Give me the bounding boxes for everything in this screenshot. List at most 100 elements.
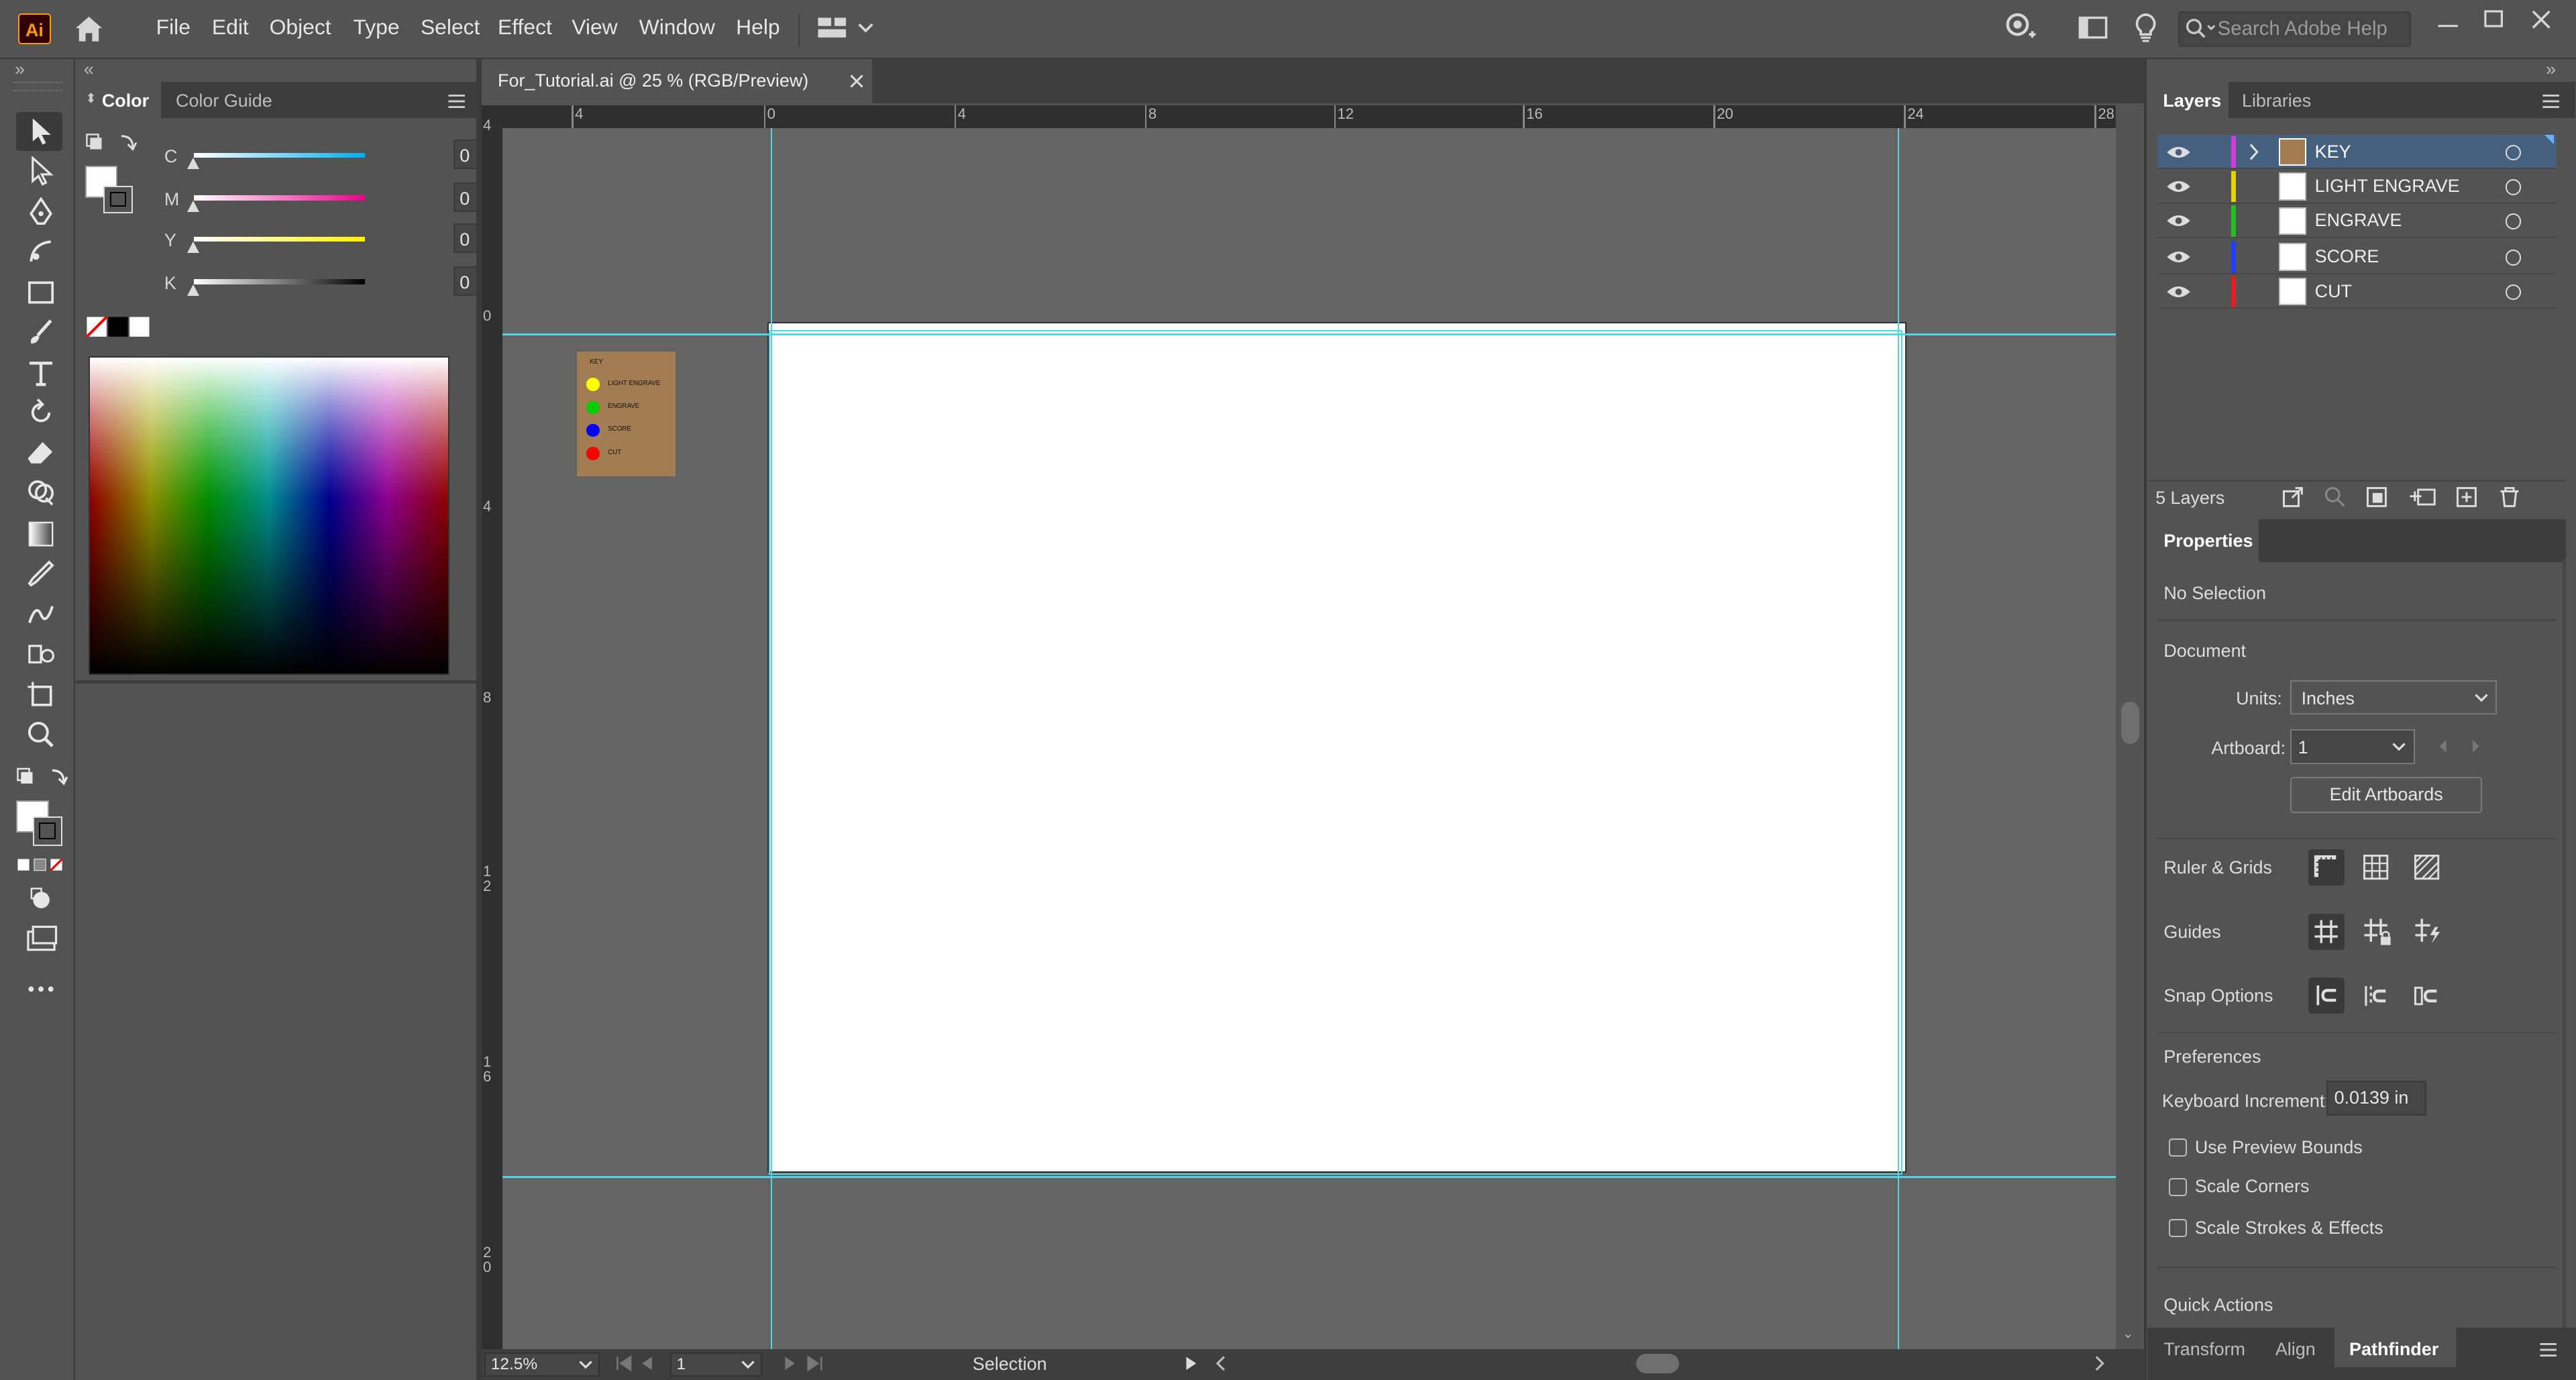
yellow-slider-thumb[interactable] (187, 242, 200, 253)
default-colors-swap-icon[interactable] (16, 765, 68, 788)
canvas[interactable]: KEY LIGHT ENGRAVE ENGRAVE SCORE CUT (502, 128, 2116, 1352)
pen-tool-icon[interactable] (26, 197, 56, 227)
collapse-panels-icon[interactable]: « (84, 59, 94, 80)
tab-align[interactable]: Align (2275, 1339, 2316, 1360)
magenta-slider-thumb[interactable] (187, 200, 200, 212)
symbol-sprayer-tool-icon[interactable] (26, 639, 56, 669)
yellow-slider[interactable] (193, 236, 365, 242)
close-window-icon[interactable] (2530, 8, 2553, 31)
color-spectrum[interactable] (89, 356, 450, 675)
snap-to-point-button[interactable] (2308, 977, 2345, 1014)
cyan-slider-thumb[interactable] (187, 158, 200, 170)
key-card[interactable]: KEY LIGHT ENGRAVE ENGRAVE SCORE CUT (576, 352, 676, 477)
maximize-icon[interactable] (2482, 8, 2505, 31)
menu-object[interactable]: Object (270, 15, 331, 40)
layer-target-icon[interactable] (2505, 284, 2522, 301)
first-prev-artboard-icons[interactable] (616, 1355, 665, 1372)
snap-to-glyph-icon[interactable] (2414, 983, 2440, 1009)
artboard-nav-select[interactable]: 1 (670, 1352, 763, 1377)
workspace-switcher-icon[interactable] (816, 16, 882, 39)
fill-stroke-toggle-icons[interactable] (85, 133, 151, 152)
shape-builder-tool-icon[interactable] (26, 478, 56, 508)
properties-scrollbar[interactable] (2563, 558, 2567, 1331)
menu-select[interactable]: Select (421, 15, 480, 40)
chevron-right-icon[interactable] (2247, 143, 2261, 161)
menu-type[interactable]: Type (354, 15, 400, 40)
paintbrush-tool-icon[interactable] (26, 317, 56, 347)
eraser-tool-icon[interactable] (26, 439, 56, 468)
layer-row-light-engrave[interactable]: LIGHT ENGRAVE (2157, 169, 2557, 204)
menu-help[interactable]: Help (736, 15, 780, 40)
artboard-select[interactable]: 1 (2290, 729, 2415, 764)
edit-artboards-button[interactable]: Edit Artboards (2290, 777, 2483, 814)
eye-icon[interactable] (2165, 213, 2192, 228)
search-input[interactable]: Search Adobe Help (2178, 11, 2412, 48)
stroke-swatch[interactable] (32, 816, 63, 847)
cyan-slider[interactable] (193, 152, 365, 158)
zoom-select[interactable]: 12.5% (484, 1352, 600, 1377)
magenta-slider[interactable] (193, 195, 365, 201)
home-icon[interactable] (72, 13, 105, 43)
color-stroke-swatch[interactable] (103, 185, 133, 214)
collapse-tools-icon[interactable]: » (15, 59, 25, 80)
layers-menu-icon[interactable] (2541, 94, 2561, 109)
none-black-white-swatches[interactable] (85, 315, 151, 338)
artboard-prev-next-icons[interactable] (2436, 738, 2485, 754)
status-menu-arrow-icon[interactable] (1185, 1355, 1198, 1371)
screen-mode-icon[interactable] (25, 925, 58, 951)
selection-tool-icon[interactable] (26, 117, 56, 146)
close-tab-icon[interactable] (849, 74, 864, 89)
layer-target-icon[interactable] (2505, 213, 2522, 229)
eyedropper-tool-icon[interactable] (26, 559, 56, 588)
document-tab[interactable]: For_Tutorial.ai @ 25 % (RGB/Preview) (481, 59, 873, 104)
bottom-panel-menu-icon[interactable] (2538, 1342, 2558, 1357)
black-slider-thumb[interactable] (187, 284, 200, 296)
grid-icon[interactable] (2363, 854, 2389, 880)
user-account-icon[interactable] (2001, 11, 2037, 44)
vertical-scroll-thumb[interactable] (2121, 701, 2139, 745)
eye-icon[interactable] (2165, 284, 2192, 299)
export-for-screens-icon[interactable] (2282, 486, 2305, 508)
direct-selection-tool-icon[interactable] (26, 156, 56, 186)
draw-mode-icon[interactable] (28, 887, 54, 910)
rotate-tool-icon[interactable] (26, 398, 56, 427)
menu-effect[interactable]: Effect (498, 15, 552, 40)
arrange-documents-icon[interactable] (2078, 16, 2108, 40)
scroll-left-icon[interactable] (1214, 1355, 1228, 1371)
keyboard-increment-input[interactable]: 0.0139 in (2326, 1081, 2427, 1116)
tab-color-guide[interactable]: Color Guide (176, 91, 272, 111)
layer-row-engrave[interactable]: ENGRAVE (2157, 204, 2557, 239)
make-clipping-mask-icon[interactable] (2366, 486, 2389, 508)
horizontal-scroll-thumb[interactable] (1636, 1353, 1679, 1374)
lightbulb-icon[interactable] (2133, 11, 2159, 44)
scale-strokes-effects-checkbox[interactable] (2168, 1219, 2187, 1238)
more-tools-icon[interactable] (26, 984, 56, 994)
menu-window[interactable]: Window (639, 15, 715, 40)
transparency-grid-icon[interactable] (2414, 854, 2440, 880)
toggle-rulers-button[interactable] (2308, 849, 2345, 886)
curvature-tool-icon[interactable] (26, 237, 56, 266)
eye-icon[interactable] (2165, 179, 2192, 194)
eye-icon[interactable] (2165, 250, 2192, 264)
locate-object-icon[interactable] (2324, 486, 2346, 508)
vertical-scrollbar[interactable]: ⌄ (2116, 105, 2144, 1352)
lock-guides-icon[interactable] (2363, 917, 2392, 947)
toggle-guides-button[interactable] (2308, 913, 2345, 950)
tab-color[interactable]: Color (102, 91, 149, 111)
artboard-tool-icon[interactable] (26, 680, 56, 710)
tab-transform[interactable]: Transform (2163, 1339, 2245, 1360)
next-last-artboard-icons[interactable] (780, 1355, 829, 1372)
type-tool-icon[interactable] (26, 358, 56, 388)
smart-guides-icon[interactable] (2414, 917, 2443, 947)
new-layer-icon[interactable] (2456, 486, 2477, 508)
scale-corners-checkbox[interactable] (2168, 1177, 2187, 1196)
tab-libraries[interactable]: Libraries (2242, 91, 2311, 111)
layer-row-score[interactable]: SCORE (2157, 240, 2557, 274)
layer-target-icon[interactable] (2505, 144, 2522, 161)
layer-row-cut[interactable]: CUT (2157, 274, 2557, 309)
new-sublayer-icon[interactable] (2408, 486, 2438, 508)
use-preview-bounds-checkbox[interactable] (2168, 1138, 2187, 1157)
puppet-warp-tool-icon[interactable] (26, 600, 56, 629)
black-slider[interactable] (193, 279, 365, 284)
panel-menu-icon[interactable] (447, 94, 466, 109)
